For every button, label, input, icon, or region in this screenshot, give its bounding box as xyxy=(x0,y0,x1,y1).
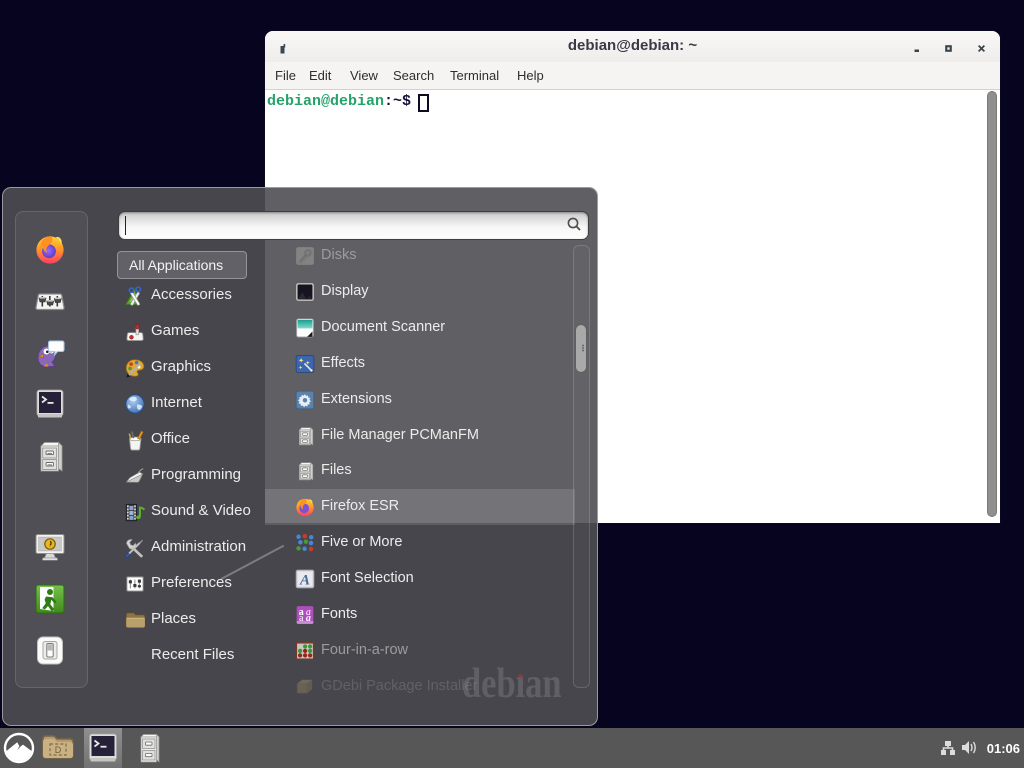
svg-text:a: a xyxy=(299,613,304,624)
svg-text:a: a xyxy=(306,613,311,624)
svg-text:A: A xyxy=(299,572,310,588)
svg-text:D: D xyxy=(55,745,62,755)
